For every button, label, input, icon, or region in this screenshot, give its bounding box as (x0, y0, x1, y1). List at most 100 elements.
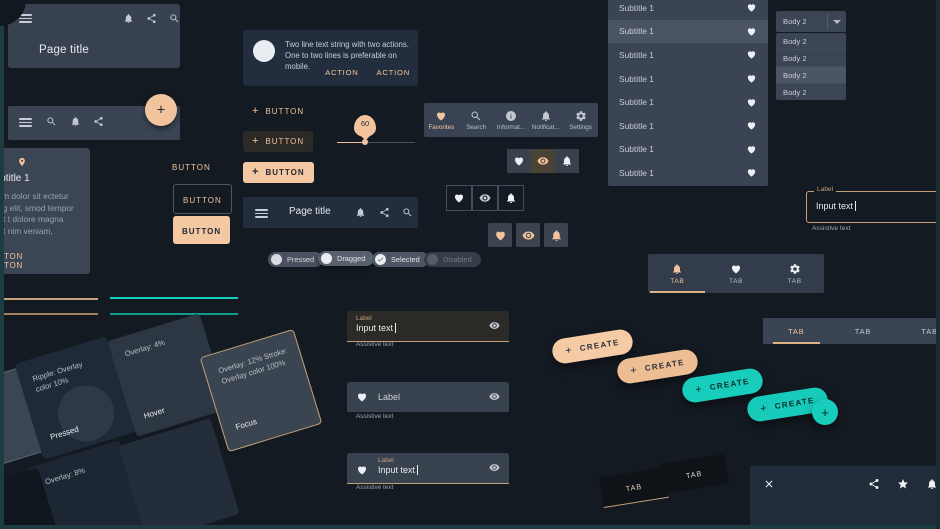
outlined-text-field[interactable]: Label Input text (806, 186, 940, 223)
avatar-icon (271, 254, 282, 265)
bottom-nav-item-settings[interactable]: Settings (563, 103, 598, 137)
toggle-heart[interactable] (488, 223, 512, 247)
share-icon[interactable] (93, 116, 104, 127)
share-icon[interactable] (379, 207, 390, 218)
toggle-heart[interactable] (507, 149, 531, 173)
list-item-label: Subtitle 1 (619, 26, 654, 37)
filled-text-field-with-icons[interactable]: Label Input text (347, 453, 509, 484)
dropdown-select: Body 2 Body 2 Body 2 Body 2 Body 2 (776, 11, 846, 101)
snackbar-action-2[interactable]: ACTION (377, 68, 411, 77)
text-button[interactable]: BUTTON (172, 157, 211, 175)
tab-settings[interactable]: TAB (765, 254, 824, 293)
assistive-text: Assistive text (812, 225, 851, 232)
list-item-label: Subtitle 1 (619, 167, 654, 178)
filled-button[interactable]: BUTTON (173, 216, 231, 244)
toggle-notifications[interactable] (555, 149, 579, 173)
dropdown-menu: Body 2 Body 2 Body 2 Body 2 (776, 33, 846, 100)
plus-icon: + (759, 401, 769, 415)
slider[interactable]: 60 (337, 115, 415, 145)
tab-favorites[interactable]: TAB (707, 254, 766, 293)
chip-dragged[interactable]: Dragged (318, 251, 375, 266)
small-fab[interactable]: + (812, 399, 838, 425)
list-item[interactable]: Subtitle 1 (608, 90, 768, 114)
plus-icon: + (564, 343, 574, 357)
toggle-eye[interactable] (516, 223, 540, 247)
notifications-icon[interactable] (123, 13, 134, 24)
plus-text-button[interactable]: + BUTTON (243, 101, 313, 122)
tab-2[interactable]: TAB (830, 318, 897, 344)
toggle-eye[interactable] (531, 149, 555, 173)
bottom-nav-item-search[interactable]: Search (459, 103, 494, 137)
bottom-tab-selected[interactable]: TAB (598, 467, 670, 508)
share-icon[interactable] (868, 478, 880, 490)
close-icon[interactable] (763, 478, 775, 490)
divider-accent-2 (0, 313, 98, 315)
list-item[interactable]: Subtitle 1 (608, 19, 768, 44)
eye-icon[interactable] (489, 320, 500, 331)
extended-fab-label: CREATE (709, 376, 751, 392)
search-icon[interactable] (46, 116, 57, 127)
toggle-notifications[interactable] (544, 223, 568, 247)
plus-tonal-button[interactable]: + BUTTON (243, 131, 314, 152)
list-item[interactable]: Subtitle 1 (608, 161, 768, 185)
chevron-down-icon[interactable] (833, 20, 841, 24)
hamburger-menu-icon[interactable] (255, 209, 268, 218)
search-icon[interactable] (402, 207, 413, 218)
slider-thumb[interactable] (362, 139, 368, 145)
design-canvas: Page title + Subtitle 1 rem ipsum dolor … (0, 0, 940, 529)
search-icon[interactable] (169, 13, 180, 24)
dropdown-header[interactable]: Body 2 (776, 11, 846, 32)
icon-toggle-group-filled (507, 149, 579, 173)
eye-icon[interactable] (489, 462, 500, 473)
bottom-nav-item-information[interactable]: Informat... (494, 103, 529, 137)
dropdown-option[interactable]: Body 2 (776, 67, 846, 84)
list-item[interactable]: Subtitle 1 (608, 67, 768, 91)
dropdown-option[interactable]: Body 2 (776, 33, 846, 50)
plus-text-button-label: BUTTON (265, 107, 305, 116)
list-item[interactable]: Subtitle 1 (608, 0, 768, 20)
snackbar-action-1[interactable]: ACTION (325, 68, 359, 77)
extended-fab-label: CREATE (579, 337, 621, 353)
assistive-text: Assistive text (356, 413, 394, 420)
chip-pressed[interactable]: Pressed (268, 252, 324, 267)
outlined-button[interactable]: BUTTON (173, 184, 232, 214)
frame-edge-right (936, 0, 940, 529)
chip-selected[interactable]: Selected (372, 252, 429, 267)
plus-tonal-button-label: BUTTON (265, 137, 305, 146)
list-item[interactable]: Subtitle 1 (608, 138, 768, 162)
avatar-icon (253, 40, 275, 62)
tab-notifications[interactable]: TAB (648, 254, 707, 293)
card-subtitle: Subtitle 1 (0, 173, 30, 184)
tab-3[interactable]: TAB (896, 318, 940, 344)
heart-icon (747, 75, 756, 83)
divider-teal-2 (110, 313, 238, 315)
filled-text-field-enabled[interactable]: Label (347, 382, 509, 412)
eye-icon[interactable] (489, 391, 500, 402)
toggle-notifications[interactable] (498, 185, 524, 211)
tab-1[interactable]: TAB (763, 318, 830, 344)
dropdown-option[interactable]: Body 2 (776, 84, 846, 100)
star-icon[interactable] (897, 478, 909, 490)
floating-action-button[interactable]: + (145, 94, 177, 126)
list-item[interactable]: Subtitle 1 (608, 114, 768, 138)
notifications-icon[interactable] (70, 116, 81, 127)
list-item[interactable]: Subtitle 1 (608, 43, 768, 67)
notifications-icon[interactable] (355, 207, 366, 218)
bottom-navigation-bar: Favorites Search Informat... Notificat..… (424, 103, 598, 137)
chip-label: Dragged (337, 254, 366, 263)
share-icon[interactable] (146, 13, 157, 24)
toggle-heart[interactable] (446, 185, 472, 211)
bottom-tab-2[interactable]: TAB (659, 454, 729, 494)
bottom-nav-item-notifications[interactable]: Notificat... (528, 103, 563, 137)
heart-icon (747, 4, 756, 12)
toggle-eye[interactable] (472, 185, 498, 211)
filled-text-field-focused[interactable]: Label Input text (347, 311, 509, 342)
mid-app-bar: Page title (243, 197, 418, 228)
bottom-nav-item-favorites[interactable]: Favorites (424, 103, 459, 137)
dropdown-option[interactable]: Body 2 (776, 50, 846, 67)
frame-edge-left (0, 0, 4, 529)
hamburger-menu-icon[interactable] (19, 118, 32, 127)
plus-filled-button[interactable]: + BUTTON (243, 162, 314, 183)
slider-value-label: 60 (360, 119, 370, 128)
slider-fill (337, 141, 365, 144)
